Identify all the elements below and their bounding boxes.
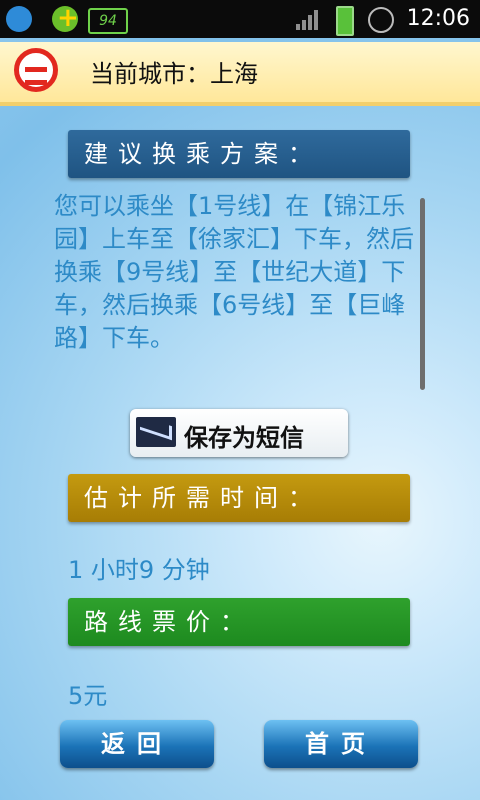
status-bar: 94 12:06 [0, 0, 480, 38]
back-button[interactable]: 返回 [60, 720, 214, 768]
home-button[interactable]: 首页 [264, 720, 418, 768]
envelope-icon [136, 417, 176, 447]
city-header: 当前城市：上海 [0, 42, 480, 106]
scrollbar[interactable] [420, 198, 425, 390]
battery-icon [336, 6, 354, 36]
current-city-title: 当前城市：上海 [90, 60, 258, 88]
plus-icon [52, 3, 79, 33]
plan-description: 您可以乘坐【1号线】在【锦江乐园】上车至【徐家汇】下车，然后换乘【9号线】至【世… [54, 192, 414, 352]
save-as-sms-label: 保存为短信 [184, 424, 304, 452]
signal-icon [296, 8, 322, 30]
alarm-icon [368, 7, 394, 33]
metro-logo-icon [14, 48, 58, 92]
save-as-sms-button[interactable]: 保存为短信 [130, 409, 348, 457]
status-time: 12:06 [406, 6, 470, 31]
battery-badge-icon: 94 [88, 8, 128, 34]
fare-value: 5元 [68, 682, 108, 710]
plan-section-header: 建议换乘方案： [68, 130, 410, 178]
estimated-time-value: 1 小时9 分钟 [68, 556, 210, 584]
price-section-header: 路线票价： [68, 598, 410, 646]
qq-icon [6, 6, 32, 32]
time-section-header: 估计所需时间： [68, 474, 410, 522]
